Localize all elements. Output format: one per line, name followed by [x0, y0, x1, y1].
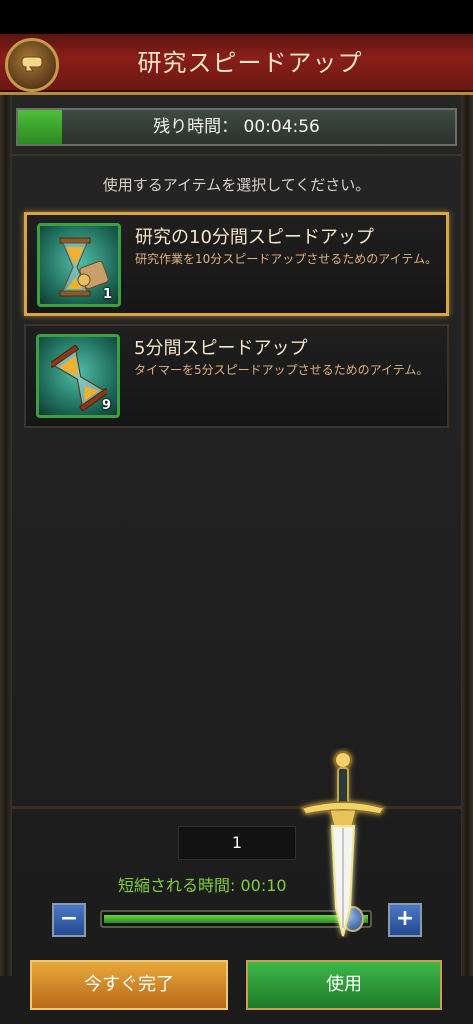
page-title: 研究スピードアップ — [137, 49, 363, 77]
item-card-10min-research[interactable]: 1 研究の10分間スピードアップ 研究作業を10分スピードアップさせるためのアイ… — [24, 212, 449, 316]
divider — [12, 154, 461, 156]
item-name: 研究の10分間スピードアップ — [135, 227, 374, 248]
item-card-5min[interactable]: 9 5分間スピードアップ タイマーを5分スピードアップさせるためのアイテム。 — [24, 324, 449, 428]
item-count: 1 — [102, 287, 112, 302]
timer-text: 残り時間： 00:04:56 — [18, 110, 455, 144]
decrease-button[interactable]: − — [52, 903, 86, 937]
quantity-field[interactable]: 1 — [178, 826, 296, 860]
timer-label: 残り時間： — [153, 117, 239, 137]
status-bar — [0, 0, 473, 34]
complete-now-button[interactable]: 今すぐ完了 — [30, 960, 228, 1010]
timer-value: 00:04:56 — [243, 117, 320, 137]
divider — [12, 806, 461, 809]
right-pillar — [461, 86, 473, 976]
item-icon-frame: 9 — [36, 334, 120, 418]
item-name: 5分間スピードアップ — [134, 338, 308, 359]
item-description: 研究作業を10分スピードアップさせるためのアイテム。 — [135, 252, 438, 266]
item-description: タイマーを5分スピードアップさせるためのアイテム。 — [134, 363, 429, 377]
increase-button[interactable]: + — [388, 903, 422, 937]
timer-progress-bar: 残り時間： 00:04:56 — [16, 108, 457, 146]
left-pillar — [0, 86, 12, 976]
item-icon-frame: 1 — [37, 223, 121, 307]
dagger-icon — [300, 751, 386, 937]
item-count: 9 — [101, 398, 111, 413]
use-button[interactable]: 使用 — [246, 960, 442, 1010]
reduction-time-text: 短縮される時間: 00:10 — [118, 876, 287, 895]
hourglass-icon — [51, 345, 107, 411]
instruction-text: 使用するアイテムを選択してください。 — [102, 176, 371, 194]
hourglass-scroll-icon — [59, 237, 108, 297]
back-arrow-icon — [21, 56, 43, 72]
back-button[interactable] — [5, 38, 59, 92]
